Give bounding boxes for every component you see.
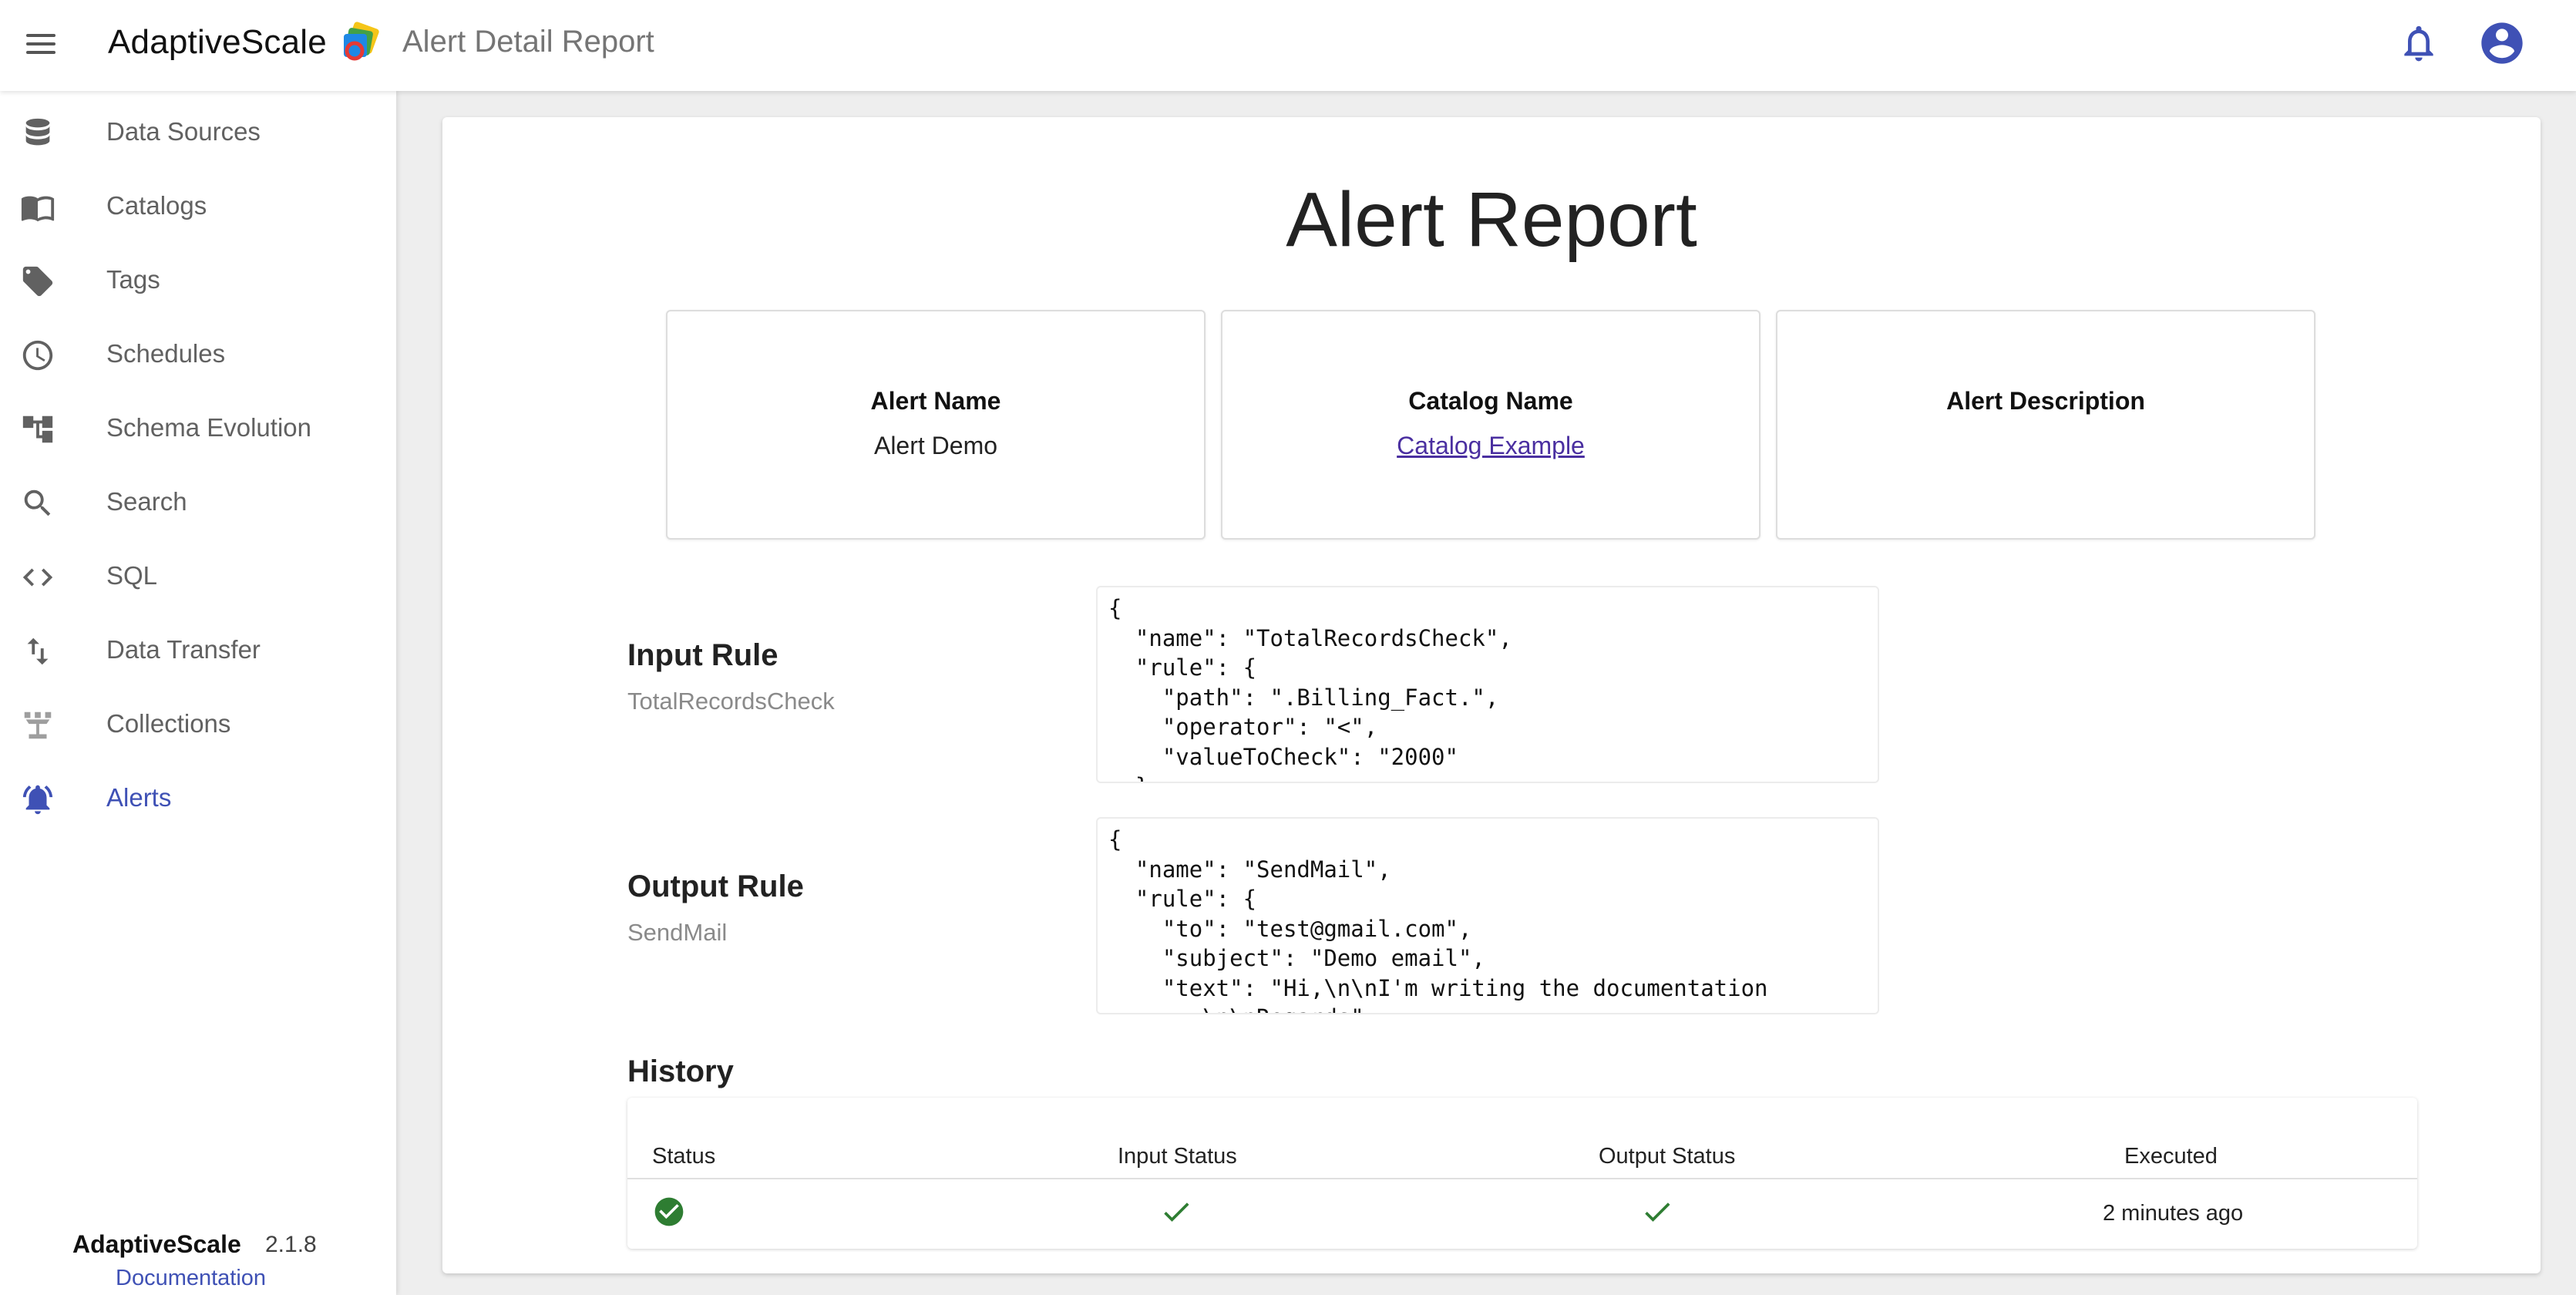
collections-icon xyxy=(24,711,52,739)
executed-time: 2 minutes ago xyxy=(2103,1201,2244,1226)
sidebar: Data Sources Catalogs Tags Schedules Sch… xyxy=(0,91,396,1295)
sidebar-item-label: Data Transfer xyxy=(106,635,261,664)
history-title: History xyxy=(627,1054,734,1088)
documentation-link[interactable]: Documentation xyxy=(116,1266,266,1291)
sidebar-item-sql[interactable]: SQL xyxy=(0,543,396,612)
account-circle-icon[interactable] xyxy=(2477,18,2527,68)
brand-name: AdaptiveScale xyxy=(108,23,327,61)
output-rule-code[interactable]: { "name": "SendMail", "rule": { "to": "t… xyxy=(1096,817,1879,1014)
input-rule-code[interactable]: { "name": "TotalRecordsCheck", "rule": {… xyxy=(1096,586,1879,783)
sidebar-item-search[interactable]: Search xyxy=(0,469,396,538)
check-icon xyxy=(1164,1202,1189,1222)
sidebar-item-schema-evolution[interactable]: Schema Evolution xyxy=(0,395,396,464)
alert-name-box: Alert Name Alert Demo xyxy=(666,310,1206,540)
page-title: Alert Report xyxy=(1286,177,1697,263)
sidebar-item-data-sources[interactable]: Data Sources xyxy=(0,99,396,168)
clock-icon xyxy=(22,340,53,371)
sidebar-item-label: Schedules xyxy=(106,339,226,368)
alert-description-label: Alert Description xyxy=(1946,387,2145,415)
top-app-bar: AdaptiveScale Alert Detail Report xyxy=(0,0,2576,91)
catalog-name-label: Catalog Name xyxy=(1408,387,1573,415)
sidebar-item-label: SQL xyxy=(106,561,158,590)
schema-icon xyxy=(22,415,53,443)
check-icon xyxy=(1645,1202,1670,1222)
sidebar-item-label: Catalogs xyxy=(106,191,207,220)
check-circle-icon xyxy=(654,1197,684,1226)
sidebar-item-label: Search xyxy=(106,487,187,516)
footer-version: 2.1.8 xyxy=(265,1232,317,1257)
catalog-name-link[interactable]: Catalog Example xyxy=(1397,432,1585,459)
adaptivescale-logo-icon xyxy=(344,22,379,61)
sidebar-item-label: Data Sources xyxy=(106,117,261,146)
input-rule-title: Input Rule xyxy=(627,638,779,672)
alert-name-label: Alert Name xyxy=(870,387,1001,415)
alert-bell-icon xyxy=(22,785,53,815)
output-rule-name: SendMail xyxy=(627,919,728,946)
page-subtitle: Alert Detail Report xyxy=(402,25,654,59)
sidebar-item-collections[interactable]: Collections xyxy=(0,691,396,760)
sidebar-item-label: Tags xyxy=(106,265,160,294)
column-header-output-status: Output Status xyxy=(1599,1144,1736,1169)
input-rule-name: TotalRecordsCheck xyxy=(627,688,835,715)
sidebar-item-alerts[interactable]: Alerts xyxy=(0,765,396,834)
column-header-executed: Executed xyxy=(2124,1144,2218,1169)
column-header-status: Status xyxy=(652,1144,716,1169)
hamburger-menu-icon[interactable] xyxy=(23,26,59,62)
footer-app-name: AdaptiveScale xyxy=(72,1230,241,1258)
sidebar-item-label: Collections xyxy=(106,709,231,738)
history-table: Status Input Status Output Status Execut… xyxy=(627,1098,2417,1249)
column-header-input-status: Input Status xyxy=(1118,1144,1237,1169)
search-icon xyxy=(24,489,51,516)
table-row: 2 minutes ago xyxy=(627,1179,2417,1247)
alert-report-card: Alert Report Alert Name Alert Demo Catal… xyxy=(442,117,2541,1273)
transfer-icon xyxy=(27,637,49,665)
tag-icon xyxy=(22,266,53,297)
code-icon xyxy=(22,568,53,587)
alert-description-box: Alert Description xyxy=(1776,310,2315,540)
sidebar-item-label: Alerts xyxy=(106,783,172,812)
sidebar-item-catalogs[interactable]: Catalogs xyxy=(0,173,396,242)
alert-name-value: Alert Demo xyxy=(873,432,998,459)
sidebar-item-tags[interactable]: Tags xyxy=(0,247,396,316)
sidebar-item-data-transfer[interactable]: Data Transfer xyxy=(0,617,396,686)
sidebar-item-label: Schema Evolution xyxy=(106,413,311,442)
sidebar-item-schedules[interactable]: Schedules xyxy=(0,321,396,390)
database-icon xyxy=(25,118,50,146)
catalog-name-box: Catalog Name Catalog Example xyxy=(1221,310,1760,540)
notifications-bell-icon[interactable] xyxy=(2397,22,2440,65)
output-rule-title: Output Rule xyxy=(627,870,804,903)
book-icon xyxy=(21,196,55,222)
